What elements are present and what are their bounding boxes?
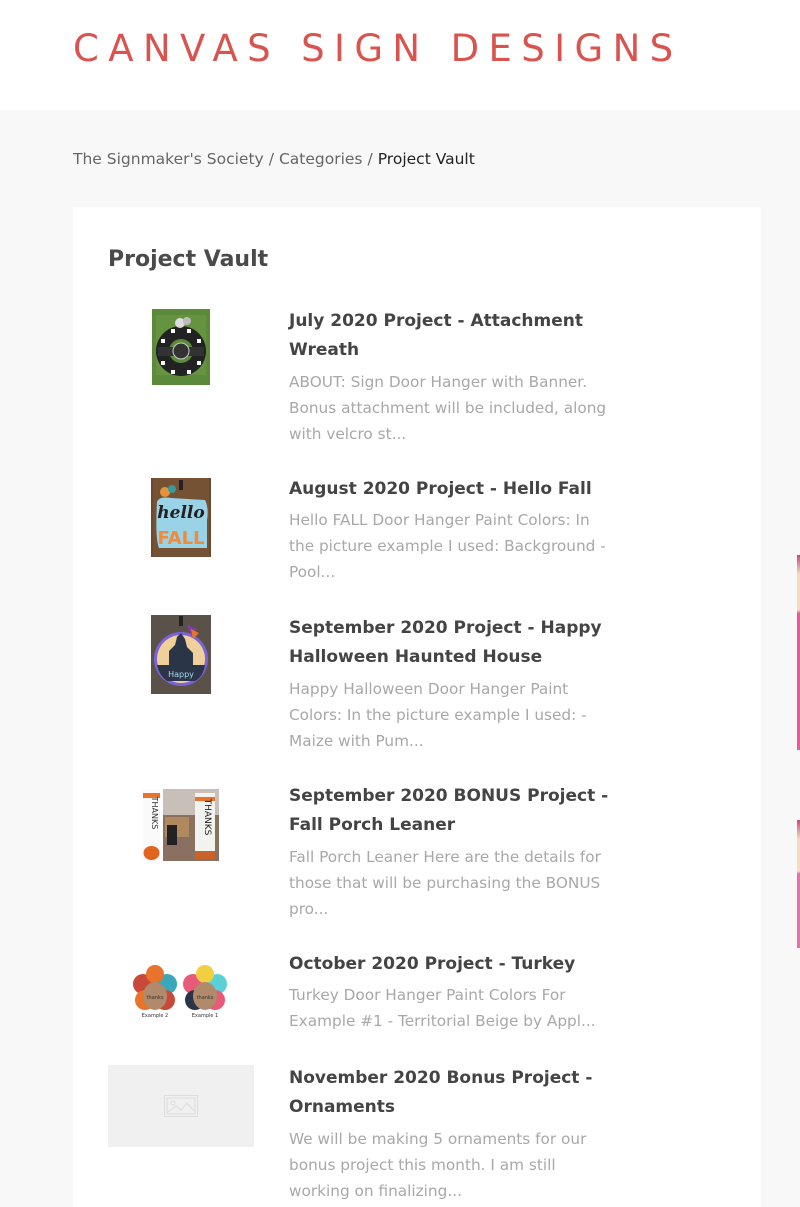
svg-text:FALL: FALL xyxy=(157,528,204,549)
turkey-thumbnail[interactable]: thanks Example 2 thanks Example 1 xyxy=(108,960,254,1020)
project-description: ABOUT: Sign Door Hanger with Banner. Bon… xyxy=(289,373,607,443)
project-description: Fall Porch Leaner Here are the details f… xyxy=(289,848,601,918)
project-title-link[interactable]: September 2020 Project - Happy Halloween… xyxy=(289,614,619,672)
image-placeholder-icon xyxy=(164,1095,198,1117)
haunted-house-thumbnail[interactable]: Happy xyxy=(108,615,254,694)
breadcrumb-link-society[interactable]: The Signmaker's Society xyxy=(73,150,264,168)
project-title-link[interactable]: October 2020 Project - Turkey xyxy=(289,950,619,979)
example-1-label: Example 1 xyxy=(192,1013,218,1019)
project-description: We will be making 5 ornaments for our bo… xyxy=(289,1130,587,1200)
svg-text:thanks: thanks xyxy=(197,995,214,1001)
project-title-link[interactable]: July 2020 Project - Attachment Wreath xyxy=(289,307,619,365)
project-list-card: Project Vault July 2020 Project - Attach xyxy=(73,207,761,1207)
example-2-label: Example 2 xyxy=(142,1013,168,1019)
breadcrumb: The Signmaker's Society / Categories / Proje… xyxy=(73,148,475,170)
project-description: Turkey Door Hanger Paint Colors For Exam… xyxy=(289,986,596,1030)
project-description: Happy Halloween Door Hanger Paint Colors… xyxy=(289,680,587,750)
wreath-thumbnail[interactable] xyxy=(108,309,254,385)
svg-text:hello: hello xyxy=(157,503,204,523)
svg-text:Happy: Happy xyxy=(168,670,194,679)
svg-text:thanks: thanks xyxy=(147,995,164,1001)
site-header: CANVAS SIGN DESIGNS xyxy=(0,0,800,110)
breadcrumb-separator: / xyxy=(268,150,274,168)
svg-text:THANKS: THANKS xyxy=(150,796,159,830)
svg-text:THANKS: THANKS xyxy=(202,798,212,836)
porch-leaner-thumbnail[interactable]: THANKS THANKS xyxy=(108,789,254,861)
project-title-link[interactable]: September 2020 BONUS Project - Fall Porc… xyxy=(289,782,619,840)
hello-fall-thumbnail[interactable]: hello FALL xyxy=(108,478,254,557)
breadcrumb-separator: / xyxy=(367,150,373,168)
page-title: Project Vault xyxy=(108,247,269,272)
site-logo[interactable]: CANVAS SIGN DESIGNS xyxy=(73,28,683,70)
breadcrumb-link-categories[interactable]: Categories xyxy=(279,150,363,168)
project-description: Hello FALL Door Hanger Paint Colors: In … xyxy=(289,511,606,581)
breadcrumb-current: Project Vault xyxy=(377,150,475,168)
project-title-link[interactable]: November 2020 Bonus Project - Ornaments xyxy=(289,1064,619,1122)
thumbnail-placeholder[interactable] xyxy=(108,1065,254,1147)
project-title-link[interactable]: August 2020 Project - Hello Fall xyxy=(289,475,619,504)
